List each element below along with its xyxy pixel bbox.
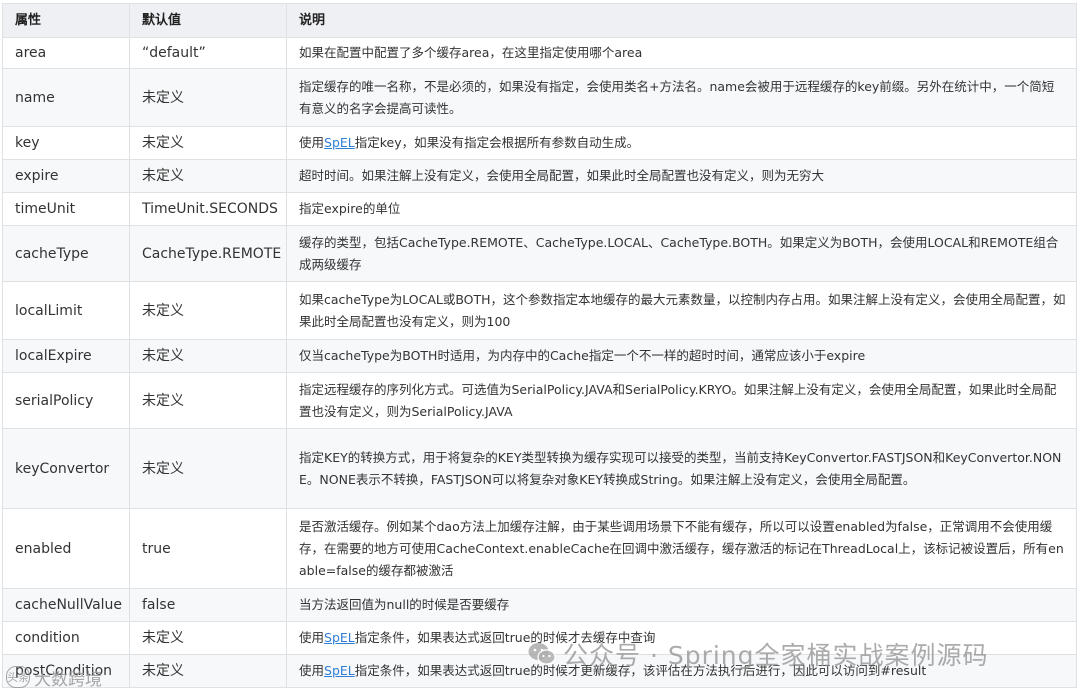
description-text: 是否激活缓存。例如某个dao方法上加缓存注解，由于某些调用场景下不能有缓存，所以… <box>299 518 1064 578</box>
table-row: enabled true 是否激活缓存。例如某个dao方法上加缓存注解，由于某些调用… <box>2 508 1077 589</box>
description-text: 当方法返回值为null的时候是否要缓存 <box>299 597 510 612</box>
cell-default: 未定义 <box>129 339 287 373</box>
cell-description: 指定缓存的唯一名称，不是必须的，如果没有指定，会使用类名+方法名。name会被用… <box>286 68 1077 127</box>
attribute-table: 属性 默认值 说明 area “default” 如果在配置中配置了多个缓存area… <box>2 3 1077 688</box>
cell-description: 如果cacheType为LOCAL或BOTH，这个参数指定本地缓存的最大元素数量… <box>286 281 1077 340</box>
cell-attribute: cacheType <box>2 225 130 282</box>
description-text: 仅当cacheType为BOTH时适用，为内存中的Cache指定一个不一样的超时… <box>299 348 866 363</box>
cell-description: 超时时间。如果注解上没有定义，会使用全局配置，如果此时全局配置也没有定义，则为无… <box>286 159 1077 193</box>
cell-default: “default” <box>129 37 287 69</box>
cell-description: 指定KEY的转换方式，用于将复杂的KEY类型转换为缓存实现可以接受的类型，当前支… <box>286 428 1077 509</box>
cell-attribute: enabled <box>2 508 130 589</box>
description-text: 指定key，如果没有指定会根据所有参数自动生成。 <box>354 135 640 150</box>
description-text: 指定远程缓存的序列化方式。可选值为SerialPolicy.JAVA和Seria… <box>299 381 1057 419</box>
table-row: timeUnit TimeUnit.SECONDS 指定expire的单位 <box>2 192 1077 226</box>
cell-default: 未定义 <box>129 372 287 429</box>
cell-description: 当方法返回值为null的时候是否要缓存 <box>286 588 1077 622</box>
table-row: cacheType CacheType.REMOTE 缓存的类型，包括CacheTy… <box>2 225 1077 282</box>
spel-link[interactable]: SpEL <box>324 630 355 645</box>
table-row: cacheNullValue false 当方法返回值为null的时候是否要缓存 <box>2 588 1077 622</box>
cell-attribute: serialPolicy <box>2 372 130 429</box>
cell-description: 是否激活缓存。例如某个dao方法上加缓存注解，由于某些调用场景下不能有缓存，所以… <box>286 508 1077 589</box>
description-text: 使用 <box>299 630 325 645</box>
cell-attribute: postCondition <box>2 654 130 688</box>
cell-attribute: expire <box>2 159 130 193</box>
description-text: 指定缓存的唯一名称，不是必须的，如果没有指定，会使用类名+方法名。name会被用… <box>299 78 1055 116</box>
header-description: 说明 <box>286 3 1077 38</box>
cell-default: 未定义 <box>129 159 287 193</box>
table-row: localExpire 未定义 仅当cacheType为BOTH时适用，为内存中的C… <box>2 339 1077 373</box>
table-row: postCondition 未定义 使用SpEL指定条件，如果表达式返回true的时… <box>2 654 1077 688</box>
cell-default: true <box>129 508 287 589</box>
cell-description: 使用SpEL指定条件，如果表达式返回true的时候才去缓存中查询 <box>286 621 1077 655</box>
description-text: 使用 <box>299 135 325 150</box>
cell-description: 如果在配置中配置了多个缓存area，在这里指定使用哪个area <box>286 37 1077 69</box>
description-text: 指定expire的单位 <box>299 201 401 216</box>
table-row: localLimit 未定义 如果cacheType为LOCAL或BOTH，这个参数… <box>2 281 1077 340</box>
cell-attribute: name <box>2 68 130 127</box>
cell-default: 未定义 <box>129 281 287 340</box>
cell-default: 未定义 <box>129 654 287 688</box>
description-text: 指定条件，如果表达式返回true的时候才更新缓存，该评估在方法执行后进行，因此可… <box>354 663 927 678</box>
table-body: area “default” 如果在配置中配置了多个缓存area，在这里指定使用哪个… <box>2 37 1077 688</box>
cell-attribute: condition <box>2 621 130 655</box>
cell-default: 未定义 <box>129 126 287 160</box>
spel-link[interactable]: SpEL <box>324 663 355 678</box>
table-row: keyConvertor 未定义 指定KEY的转换方式，用于将复杂的KEY类型转换为… <box>2 428 1077 509</box>
table-row: expire 未定义 超时时间。如果注解上没有定义，会使用全局配置，如果此时全局配置… <box>2 159 1077 193</box>
cell-attribute: key <box>2 126 130 160</box>
cell-default: false <box>129 588 287 622</box>
table-row: key 未定义 使用SpEL指定key，如果没有指定会根据所有参数自动生成。 <box>2 126 1077 160</box>
cell-attribute: keyConvertor <box>2 428 130 509</box>
cell-attribute: localExpire <box>2 339 130 373</box>
cell-default: 未定义 <box>129 428 287 509</box>
table-header-row: 属性 默认值 说明 <box>2 3 1077 38</box>
table-row: serialPolicy 未定义 指定远程缓存的序列化方式。可选值为SerialPo… <box>2 372 1077 429</box>
spel-link[interactable]: SpEL <box>324 135 355 150</box>
cell-default: CacheType.REMOTE <box>129 225 287 282</box>
table-row: area “default” 如果在配置中配置了多个缓存area，在这里指定使用哪个… <box>2 37 1077 69</box>
cell-description: 使用SpEL指定条件，如果表达式返回true的时候才更新缓存，该评估在方法执行后… <box>286 654 1077 688</box>
description-text: 如果在配置中配置了多个缓存area，在这里指定使用哪个area <box>299 45 643 60</box>
cell-description: 仅当cacheType为BOTH时适用，为内存中的Cache指定一个不一样的超时… <box>286 339 1077 373</box>
table-row: name 未定义 指定缓存的唯一名称，不是必须的，如果没有指定，会使用类名+方法名。… <box>2 68 1077 127</box>
cell-description: 指定远程缓存的序列化方式。可选值为SerialPolicy.JAVA和Seria… <box>286 372 1077 429</box>
cell-attribute: timeUnit <box>2 192 130 226</box>
header-attribute: 属性 <box>2 3 130 38</box>
table-row: condition 未定义 使用SpEL指定条件，如果表达式返回true的时候才去缓… <box>2 621 1077 655</box>
cell-attribute: localLimit <box>2 281 130 340</box>
cell-attribute: area <box>2 37 130 69</box>
cell-description: 缓存的类型，包括CacheType.REMOTE、CacheType.LOCAL… <box>286 225 1077 282</box>
cell-description: 使用SpEL指定key，如果没有指定会根据所有参数自动生成。 <box>286 126 1077 160</box>
description-text: 缓存的类型，包括CacheType.REMOTE、CacheType.LOCAL… <box>299 234 1059 272</box>
cell-default: 未定义 <box>129 68 287 127</box>
cell-default: 未定义 <box>129 621 287 655</box>
description-text: 指定条件，如果表达式返回true的时候才去缓存中查询 <box>354 630 656 645</box>
header-default: 默认值 <box>129 3 287 38</box>
description-text: 使用 <box>299 663 325 678</box>
description-text: 如果cacheType为LOCAL或BOTH，这个参数指定本地缓存的最大元素数量… <box>299 291 1066 329</box>
cell-attribute: cacheNullValue <box>2 588 130 622</box>
description-text: 指定KEY的转换方式，用于将复杂的KEY类型转换为缓存实现可以接受的类型，当前支… <box>299 449 1062 487</box>
cell-default: TimeUnit.SECONDS <box>129 192 287 226</box>
description-text: 超时时间。如果注解上没有定义，会使用全局配置，如果此时全局配置也没有定义，则为无… <box>299 168 825 183</box>
cell-description: 指定expire的单位 <box>286 192 1077 226</box>
